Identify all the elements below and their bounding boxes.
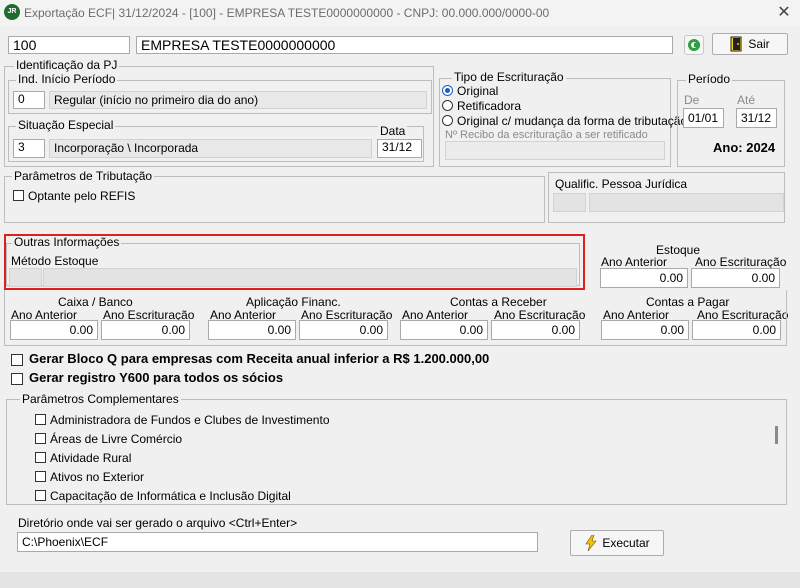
bloco-q-checkbox[interactable] [11,354,23,366]
status-strip [0,572,800,588]
radio-mudanca-tributacao[interactable] [442,115,453,126]
periodo-legend: Período [686,72,733,86]
complementares-scrollbar[interactable] [768,408,784,502]
estoque-ano-anterior-label: Ano Anterior [601,255,668,269]
highlight-box [4,234,585,290]
complementar-label-3: Ativos no Exterior [50,470,145,484]
estoque-ano-escrit-field[interactable]: 0.00 [691,268,780,288]
tributacao-legend: Parâmetros de Tributação [12,169,155,183]
radio-original[interactable] [442,85,453,96]
situacao-especial-legend: Situação Especial [16,118,116,132]
escrituracao-legend: Tipo de Escrituração [452,70,566,84]
complementar-label-1: Áreas de Livre Comércio [50,432,183,446]
refis-checkbox[interactable] [13,190,24,201]
company-name-field[interactable]: EMPRESA TESTE0000000000 [136,36,673,54]
y600-checkbox[interactable] [11,373,23,385]
complementar-checkbox-4[interactable] [35,490,46,501]
radio-original-label: Original [457,84,499,98]
recibo-placeholder: Nº Recibo da escrituração a ser retifica… [445,129,648,141]
estoque-ano-escrit-label: Ano Escrituração [695,255,787,269]
periodo-de-label: De [684,93,700,107]
output-dir-label: Diretório onde vai ser gerado o arquivo … [18,516,298,530]
exit-button[interactable]: Sair [712,33,788,55]
situacao-date-label: Data [378,124,408,138]
inicio-code-field[interactable]: 0 [13,91,45,109]
complementar-label-2: Atividade Rural [50,451,132,465]
situacao-date-field[interactable]: 31/12 [377,139,422,158]
inicio-description: Regular (início no primeiro dia do ano) [49,91,427,109]
radio-retificadora-label: Retificadora [457,99,522,113]
y600-label: Gerar registro Y600 para todos os sócios [29,370,284,385]
qualific-label: Qualific. Pessoa Jurídica [555,177,688,191]
radio-retificadora[interactable] [442,100,453,111]
recibo-field[interactable] [445,141,665,160]
situacao-code-field[interactable]: 3 [13,139,45,158]
qualific-description [589,193,784,212]
complementar-checkbox-1[interactable] [35,433,46,444]
execute-button-label: Executar [602,536,650,550]
complementar-checkbox-2[interactable] [35,452,46,463]
complementar-checkbox-3[interactable] [35,471,46,482]
periodo-de-field[interactable]: 01/01 [683,108,724,128]
app-logo-icon: JR [4,4,20,20]
window-title: Exportação ECF| 31/12/2024 - [100] - EMP… [24,6,550,20]
refresh-button[interactable] [684,35,704,55]
exit-button-label: Sair [748,37,770,51]
refis-label: Optante pelo REFIS [28,189,136,203]
qualific-code-field[interactable] [553,193,586,212]
company-code-field[interactable]: 100 [8,36,130,54]
output-dir-field[interactable]: C:\Phoenix\ECF [17,532,538,552]
close-icon[interactable]: ✕ [774,3,794,23]
identificacao-legend: Identificação da PJ [14,58,120,72]
inicio-periodo-legend: Ind. Início Período [16,72,118,86]
complementar-label-4: Capacitação de Informática e Inclusão Di… [50,489,291,503]
complementar-checkbox-0[interactable] [35,414,46,425]
complementares-scrollbar-thumb[interactable] [775,426,778,444]
situacao-description: Incorporação \ Incorporada [49,139,372,158]
estoque-ano-anterior-field[interactable]: 0.00 [600,268,688,288]
periodo-ate-label: Até [737,93,756,107]
balances-group [4,290,787,346]
periodo-ano: Ano: 2024 [713,140,776,155]
execute-button[interactable]: Executar [570,530,664,556]
door-exit-icon [730,36,742,52]
radio-mudanca-tributacao-label: Original c/ mudança da forma de tributaç… [457,114,688,128]
refresh-icon [688,39,700,51]
bloco-q-label: Gerar Bloco Q para empresas com Receita … [29,351,490,366]
complementar-label-0: Administradora de Fundos e Clubes de Inv… [50,413,330,427]
complementares-legend: Parâmetros Complementares [20,392,181,406]
periodo-ate-field[interactable]: 31/12 [736,108,777,128]
lightning-icon [585,535,597,551]
